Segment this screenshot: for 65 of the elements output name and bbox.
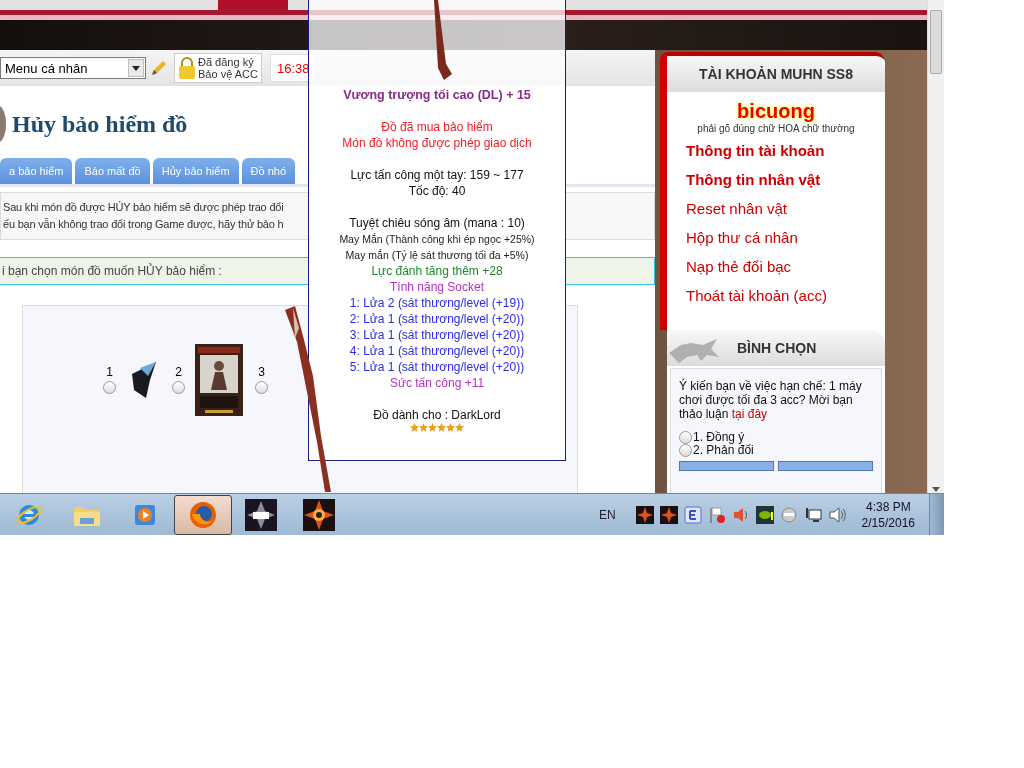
account-link[interactable]: Nạp thẻ đổi bạc [686, 258, 885, 275]
system-clock[interactable]: 4:38 PM 2/15/2016 [861, 498, 915, 531]
speaker-icon[interactable] [731, 505, 750, 524]
lock-icon [178, 56, 196, 80]
taskbar-app[interactable] [174, 494, 232, 535]
game-icon [303, 498, 335, 531]
tooltip-line: Lực tấn công một tay: 159 ~ 177 [350, 167, 524, 183]
item-number: 3 [258, 365, 265, 379]
game-icon[interactable] [635, 505, 654, 524]
network-icon[interactable] [803, 505, 822, 524]
tooltip-line: Món đồ không được phép giao dịch [342, 135, 532, 151]
account-link[interactable]: Reset nhân vật [686, 200, 885, 217]
radio-button[interactable] [172, 381, 185, 394]
notice-text: Sau khi món đồ được HỦY bảo hiểm sẽ được phép trao đổi [3, 200, 284, 215]
tooltip-line: Đồ đã mua bảo hiểm [381, 119, 493, 135]
option-label: 1. Đồng ý [693, 431, 745, 444]
page-title: Hủy bảo hiểm đồ [12, 110, 188, 138]
dropdown-icon [128, 59, 144, 77]
badge-text: Đã đăng ký [198, 56, 255, 68]
discussion-link[interactable]: tại đây [731, 407, 768, 421]
notice-text: ếu bạn vẫn không trao đổi trong Game được, hãy thử bảo h [3, 217, 284, 232]
volume-icon[interactable] [827, 505, 846, 524]
panel-title: TÀI KHOẢN MUHN SS8 [667, 56, 885, 92]
poll-question: Ý kiến bạn về việc hạn chế: 1 máy chơi được tối đa 3 acc? Mời bạn thảo luận tại đây [679, 379, 863, 421]
tooltip-line: Tuyệt chiêu sóng âm (mana : 10) [349, 215, 525, 231]
chip-icon[interactable] [755, 505, 774, 524]
radio-button[interactable] [679, 444, 692, 457]
app-icon[interactable] [683, 505, 702, 524]
tooltip-line: 4: Lửa 1 (sát thương/level (+20)) [349, 343, 525, 359]
game-icon[interactable] [659, 505, 678, 524]
account-link[interactable]: Thoát tài khoản (acc) [686, 287, 885, 304]
tooltip-line: 5: Lửa 1 (sát thương/level (+20)) [349, 359, 525, 375]
username-text: bicuong [736, 100, 816, 123]
tooltip-line: 2: Lửa 1 (sát thương/level (+20)) [349, 311, 525, 327]
option-label: 2. Phản đối [693, 444, 754, 457]
tooltip-line: May Mắn (Thành công khi ép ngọc +25%) [339, 232, 535, 247]
panel-title: BÌNH CHỌN [667, 330, 885, 366]
hint-text: phải gõ đúng chữ HOA chữ thường [696, 123, 856, 134]
tooltip-title: Vương trượng tối cao (DL) + 15 [343, 87, 531, 103]
language-indicator[interactable]: EN [598, 507, 616, 522]
radio-button[interactable] [679, 431, 692, 444]
tooltip-line: Tốc độ: 40 [408, 183, 466, 199]
radio-button[interactable] [255, 381, 268, 394]
menu-select[interactable]: Menu cá nhân [0, 57, 146, 79]
result-button[interactable] [778, 461, 873, 471]
account-link[interactable]: Thông tin nhân vật [686, 171, 885, 188]
tooltip-line: Đồ dành cho : DarkLord [373, 407, 501, 423]
tooltip-line: Lực đánh tăng thêm +28 [371, 263, 503, 279]
tooltip-line: 1: Lửa 2 (sát thương/level (+19)) [349, 295, 525, 311]
badge-text: Bảo vệ ACC [198, 68, 258, 80]
account-link[interactable]: Hộp thư cá nhân [686, 229, 885, 246]
radio-button[interactable] [103, 381, 116, 394]
tooltip-line: Sức tấn công +11 [389, 375, 485, 391]
pencil-icon[interactable] [150, 59, 166, 77]
item-number: 1 [106, 365, 113, 379]
vote-button[interactable] [679, 461, 774, 471]
item-number: 2 [175, 365, 182, 379]
account-link[interactable]: Thông tin tài khoản [686, 142, 885, 159]
emblem-icon [0, 104, 8, 144]
flag-icon[interactable] [707, 505, 726, 524]
tooltip-line: 3: Lửa 1 (sát thương/level (+20)) [349, 327, 525, 343]
scrollbar[interactable] [927, 0, 944, 493]
game-icon [245, 498, 277, 531]
scroll-thumb[interactable] [930, 10, 942, 74]
firefox-icon [188, 499, 218, 530]
